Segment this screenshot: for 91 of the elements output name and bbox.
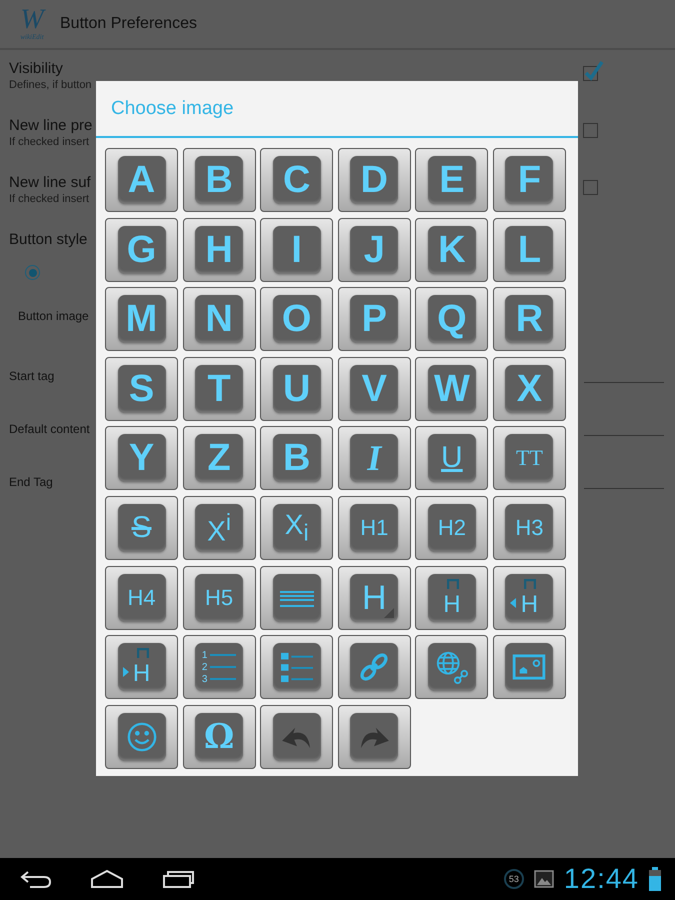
smiley-icon xyxy=(126,722,156,752)
image-tile[interactable] xyxy=(260,566,334,630)
bullet-list-icon xyxy=(280,651,314,684)
image-tile[interactable]: H1 xyxy=(338,496,411,560)
image-tile[interactable]: X$^{i}$ xyxy=(182,496,256,560)
image-tile[interactable]: Z xyxy=(182,426,256,490)
image-tile[interactable]: F xyxy=(492,148,566,212)
corner-triangle-icon xyxy=(384,608,394,618)
battery-icon xyxy=(649,867,661,891)
bracket-icon xyxy=(446,578,459,589)
image-tile[interactable]: B xyxy=(182,148,256,212)
preference-title: New line suf xyxy=(9,174,92,191)
link-icon xyxy=(358,651,390,684)
image-tile[interactable]: W xyxy=(415,356,488,421)
clock: 12:44 xyxy=(564,863,639,895)
image-tile[interactable]: 1 2 3 xyxy=(182,635,256,700)
field-label: End Tag xyxy=(9,475,54,489)
preference-summary: Defines, if button xyxy=(9,79,93,91)
image-tile[interactable]: H xyxy=(338,566,411,630)
image-tile[interactable]: H xyxy=(492,566,566,630)
image-tile[interactable]: H4 xyxy=(105,566,178,630)
image-tile[interactable]: H3 xyxy=(492,496,566,560)
radio-button[interactable] xyxy=(25,265,40,280)
list-number: 3 xyxy=(202,674,208,685)
recent-apps-button[interactable] xyxy=(162,869,194,889)
image-tile[interactable]: U xyxy=(415,426,488,490)
image-tile[interactable]: G xyxy=(105,218,178,282)
image-tile[interactable]: Y xyxy=(105,426,178,490)
image-tile[interactable]: Ω xyxy=(182,704,256,769)
image-tile[interactable]: S xyxy=(105,496,178,560)
image-tile[interactable] xyxy=(415,635,488,700)
image-tile[interactable]: H5 xyxy=(182,566,256,630)
preference-summary: If checked insert xyxy=(9,193,90,205)
image-tile[interactable]: O xyxy=(260,287,334,352)
dialog-title: Choose image xyxy=(111,98,234,120)
image-tile[interactable]: M xyxy=(105,287,178,352)
list-number: 1 xyxy=(202,650,208,661)
list-number: 2 xyxy=(202,662,208,673)
image-tile[interactable]: R xyxy=(492,287,566,352)
list-line-icon xyxy=(210,665,236,670)
image-tile[interactable]: C xyxy=(260,148,334,212)
image-tile[interactable]: Q xyxy=(415,287,488,352)
image-tile[interactable]: V xyxy=(338,356,411,421)
image-tile[interactable]: X xyxy=(492,356,566,421)
list-line-icon xyxy=(210,677,236,682)
image-tile[interactable]: H xyxy=(415,566,488,630)
home-button[interactable] xyxy=(90,869,124,889)
image-tile[interactable]: H xyxy=(105,635,178,700)
image-tile[interactable] xyxy=(338,704,411,769)
right-triangle-icon xyxy=(122,667,128,678)
image-tile[interactable]: A xyxy=(105,148,178,212)
image-tile[interactable]: P xyxy=(338,287,411,352)
bracket-icon xyxy=(524,578,536,589)
image-tile[interactable]: H2 xyxy=(415,496,488,560)
preference-title: Visibility xyxy=(9,60,64,77)
preference-summary: If checked insert xyxy=(9,136,90,148)
globe-link-icon xyxy=(434,650,469,684)
image-tile[interactable]: U xyxy=(260,356,334,421)
image-tile[interactable]: N xyxy=(182,287,256,352)
image-tile[interactable]: L xyxy=(492,218,566,282)
bracket-icon xyxy=(136,648,148,658)
image-tile[interactable] xyxy=(105,704,178,769)
image-tile[interactable] xyxy=(260,704,334,769)
list-line-icon xyxy=(210,653,236,658)
image-tile[interactable] xyxy=(338,635,411,700)
image-tile[interactable]: H xyxy=(182,218,256,282)
field-label: Default content xyxy=(9,422,91,436)
image-tile[interactable]: TT xyxy=(492,426,566,490)
image-tile[interactable]: D xyxy=(338,148,411,212)
left-triangle-icon xyxy=(510,598,516,608)
image-tile[interactable]: E xyxy=(415,148,488,212)
image-tile[interactable]: B xyxy=(260,426,334,490)
image-tile[interactable]: I xyxy=(338,426,411,490)
option-label: Button image xyxy=(18,309,89,323)
notification-badge[interactable]: 53 xyxy=(504,869,524,889)
image-tile[interactable]: J xyxy=(338,218,411,282)
image-tile[interactable]: X$_{i}$ xyxy=(260,496,334,560)
preference-title: New line pre xyxy=(9,117,94,134)
app-title: Button Preferences xyxy=(60,15,197,33)
field-label: Start tag xyxy=(9,369,56,383)
gallery-notification-icon[interactable] xyxy=(534,869,554,889)
image-tile[interactable]: I xyxy=(260,218,334,282)
back-button[interactable] xyxy=(20,869,52,889)
checkbox[interactable] xyxy=(582,60,604,82)
image-tile[interactable]: S xyxy=(105,356,178,421)
image-tile[interactable] xyxy=(260,635,334,700)
image-tile[interactable]: K xyxy=(415,218,488,282)
image-tile[interactable] xyxy=(492,635,566,700)
section-title: Button style xyxy=(9,231,88,248)
image-tile[interactable]: T xyxy=(182,356,256,421)
image-frame-icon xyxy=(512,654,546,680)
